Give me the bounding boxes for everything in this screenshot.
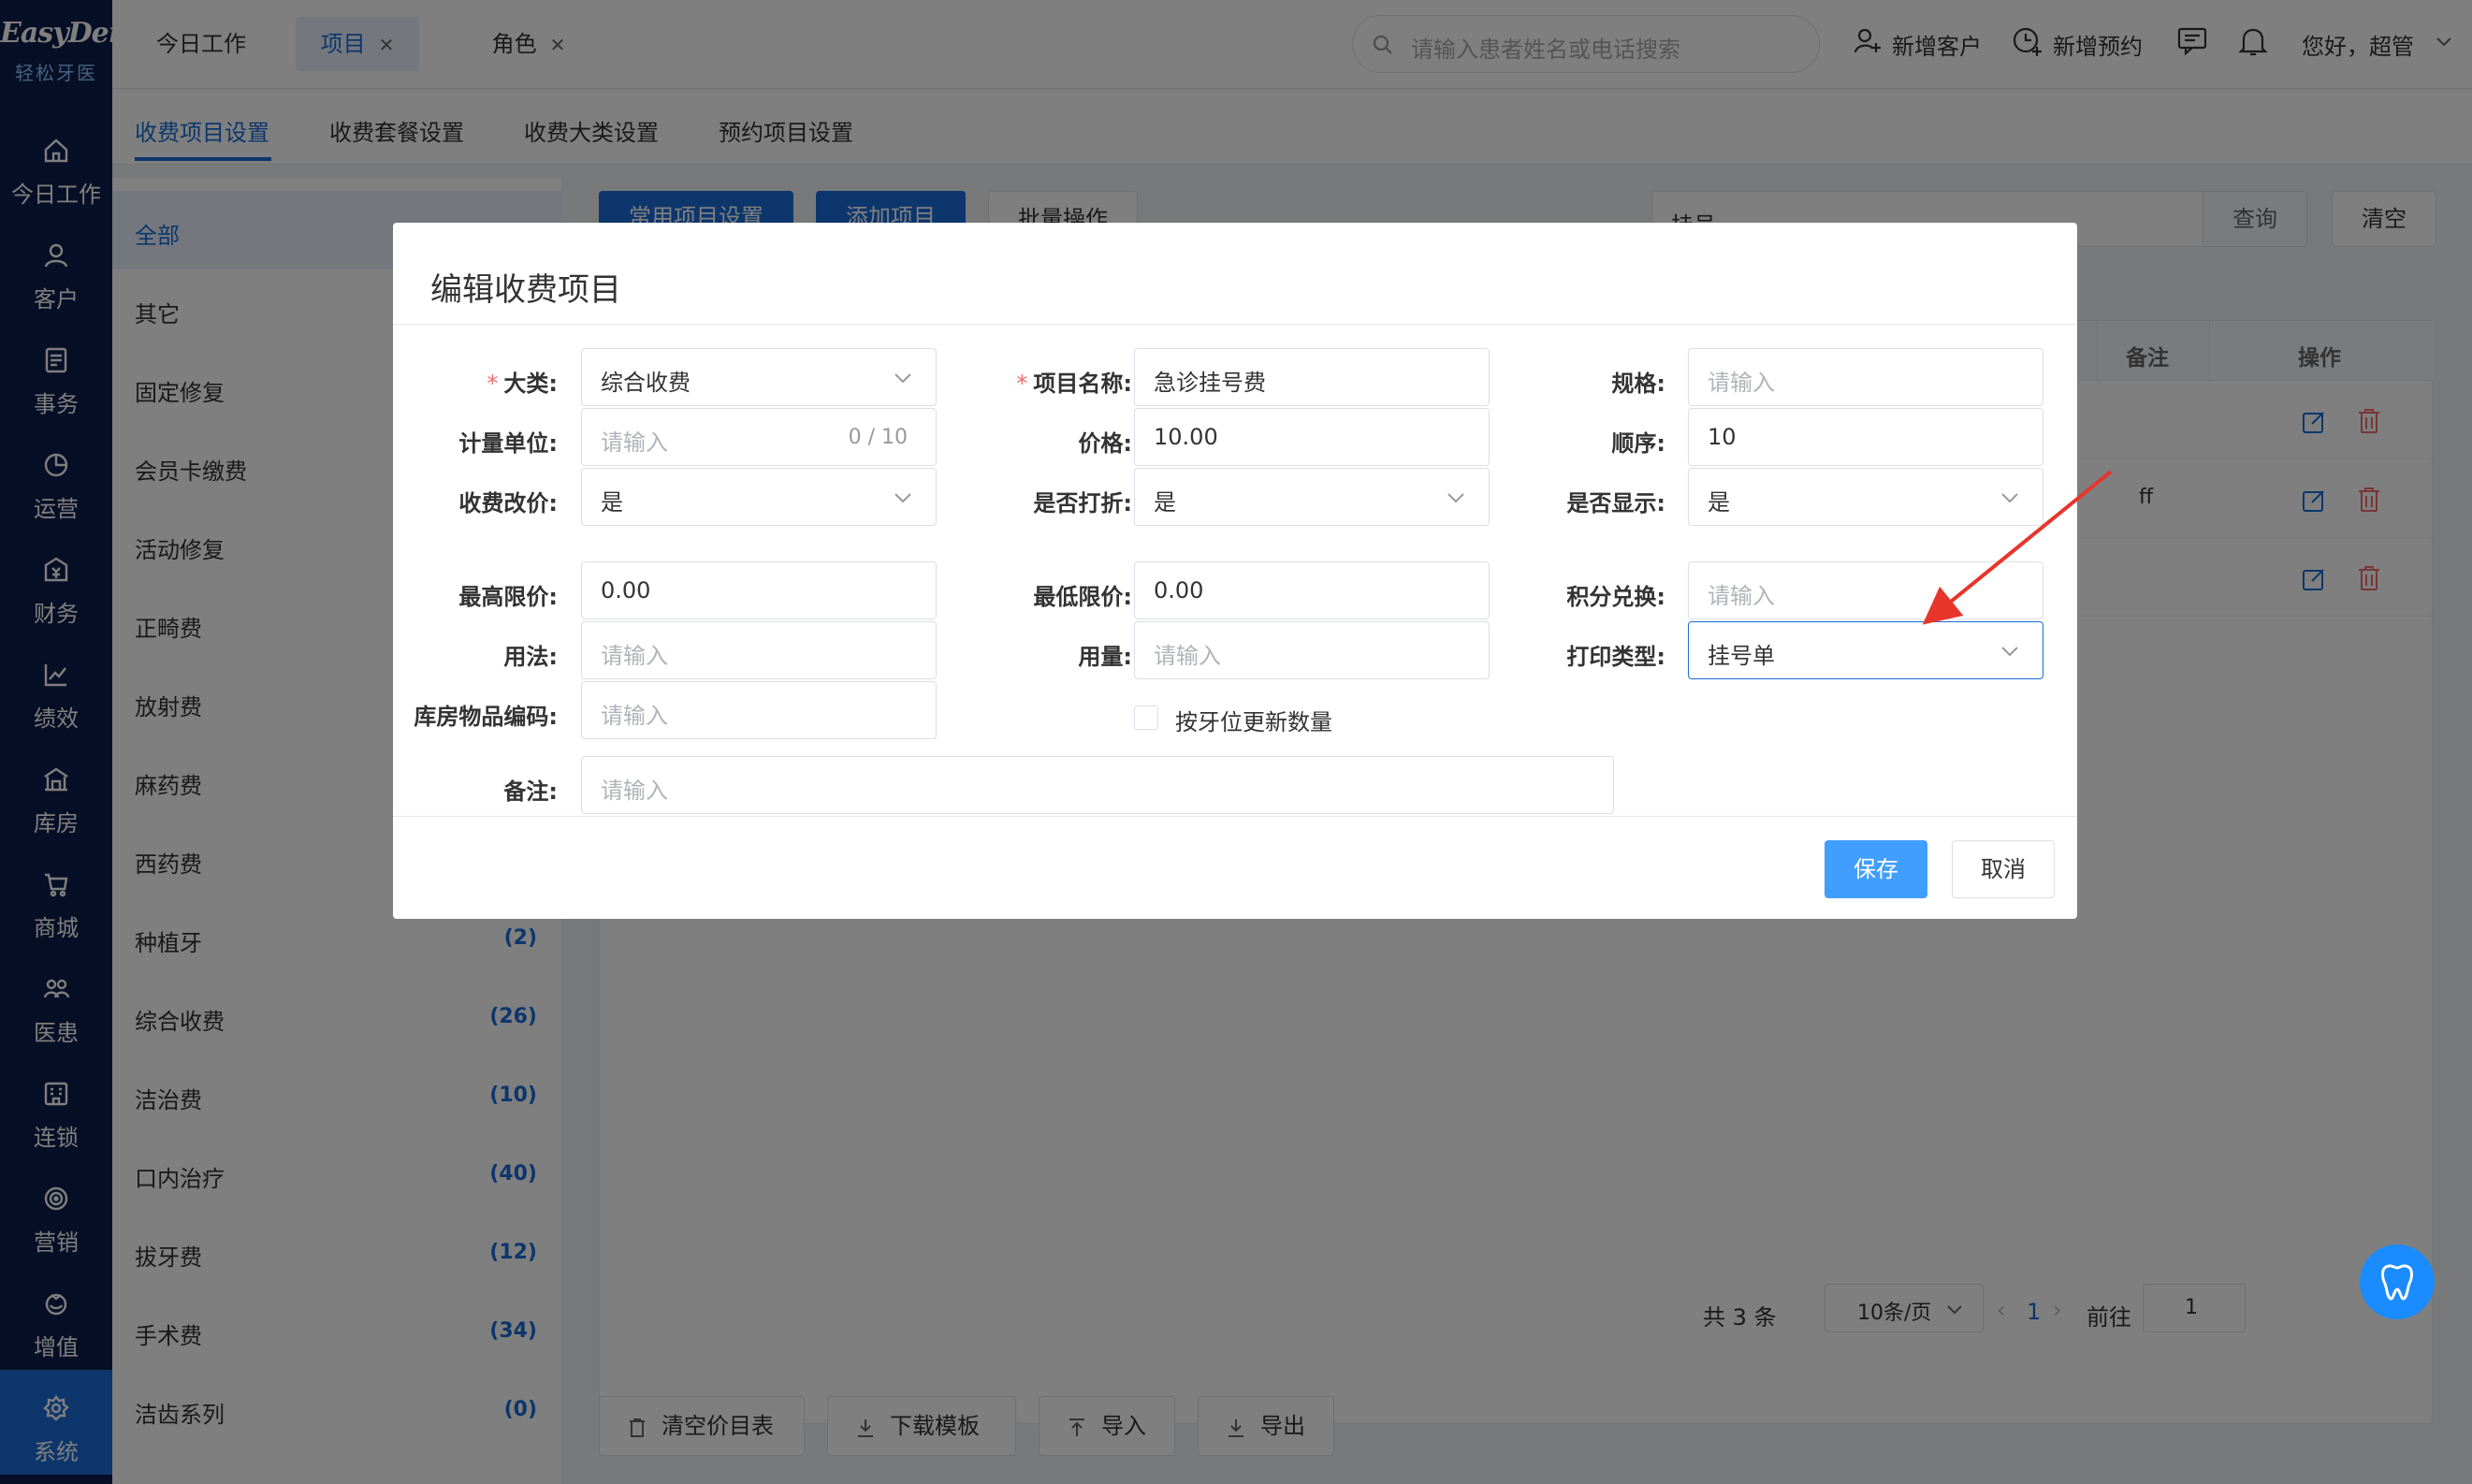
input-value: 0.00 — [601, 577, 651, 604]
input-value: 10.00 — [1154, 424, 1218, 450]
char-counter: 0 / 10 — [848, 426, 908, 449]
input-placeholder: 请输入 — [601, 703, 668, 729]
cancel-button[interactable]: 取消 — [1952, 840, 2055, 898]
min-price-input[interactable]: 0.00 — [1134, 561, 1490, 619]
order-input[interactable]: 10 — [1688, 408, 2043, 466]
remark-input[interactable]: 请输入 — [581, 756, 1614, 814]
item-name-input[interactable]: 急诊挂号费 — [1134, 348, 1490, 406]
print-type-label: 打印类型: — [1566, 644, 1665, 670]
display-select[interactable]: 是 — [1688, 468, 2043, 526]
usage-input[interactable]: 请输入 — [581, 621, 937, 679]
category-select[interactable]: 综合收费 — [581, 348, 937, 406]
item-name-label: * 项目名称: — [949, 365, 1132, 398]
order-label: 顺序: — [1611, 430, 1665, 457]
label-text: 项目名称: — [1033, 371, 1132, 397]
update-by-tooth-label[interactable]: 按牙位更新数量 — [1175, 704, 1332, 736]
unit-input[interactable]: 请输入 0 / 10 — [581, 408, 937, 466]
dialog-title: 编辑收费项目 — [430, 271, 621, 309]
price-label: 价格: — [1078, 430, 1132, 457]
stock-code-label: 库房物品编码: — [414, 704, 558, 730]
price-change-label: 收费改价: — [458, 490, 558, 516]
chevron-down-icon — [894, 493, 911, 503]
dosage-label: 用量: — [1078, 644, 1132, 670]
unit-label: 计量单位: — [458, 430, 558, 457]
dialog-divider — [393, 324, 2077, 325]
dosage-input[interactable]: 请输入 — [1134, 621, 1490, 679]
usage-label: 用法: — [503, 644, 558, 670]
discount-select[interactable]: 是 — [1134, 468, 1490, 526]
category-label: * 大类: — [393, 365, 558, 398]
dialog-footer-divider — [393, 816, 2077, 817]
discount-label: 是否打折: — [1033, 490, 1132, 516]
price-input[interactable]: 10.00 — [1134, 408, 1490, 466]
input-value: 0.00 — [1154, 577, 1204, 604]
required-icon: * — [487, 371, 499, 397]
price-change-select[interactable]: 是 — [581, 468, 937, 526]
points-label: 积分兑换: — [1566, 584, 1665, 610]
min-price-label: 最低限价: — [1033, 584, 1132, 610]
chevron-down-icon — [1447, 493, 1464, 503]
spec-label: 规格: — [1611, 371, 1665, 397]
edit-fee-item-dialog: 编辑收费项目 * 大类: 综合收费 * 项目名称: 急诊挂号费 规格: 请输入 计量… — [393, 223, 2077, 919]
select-value: 是 — [1154, 489, 1176, 516]
input-placeholder: 请输入 — [601, 429, 668, 456]
save-button[interactable]: 保存 — [1825, 840, 1927, 898]
input-value: 急诊挂号费 — [1154, 370, 1266, 396]
tooth-icon — [2381, 1264, 2413, 1301]
print-type-select[interactable]: 挂号单 — [1688, 621, 2043, 679]
input-placeholder: 请输入 — [601, 643, 668, 669]
input-placeholder: 请输入 — [1708, 370, 1775, 396]
spec-input[interactable]: 请输入 — [1688, 348, 2043, 406]
select-value: 是 — [1708, 489, 1730, 516]
select-value: 挂号单 — [1708, 643, 1775, 669]
stock-code-input[interactable]: 请输入 — [581, 681, 937, 739]
update-by-tooth-checkbox[interactable] — [1134, 706, 1158, 730]
display-label: 是否显示: — [1566, 490, 1665, 516]
chevron-down-icon — [2001, 493, 2018, 503]
chevron-down-icon — [894, 373, 911, 384]
input-placeholder: 请输入 — [601, 778, 668, 804]
max-price-label: 最高限价: — [458, 584, 558, 610]
label-text: 大类: — [503, 371, 558, 397]
required-icon: * — [1016, 371, 1028, 397]
input-placeholder: 请输入 — [1708, 583, 1775, 609]
chevron-down-icon — [2001, 647, 2018, 657]
max-price-input[interactable]: 0.00 — [581, 561, 937, 619]
floating-tooth-button[interactable] — [2360, 1244, 2435, 1319]
select-value: 综合收费 — [601, 370, 691, 396]
select-value: 是 — [601, 489, 623, 516]
input-value: 10 — [1708, 424, 1737, 450]
remark-label: 备注: — [503, 778, 558, 805]
input-placeholder: 请输入 — [1154, 643, 1221, 669]
points-input[interactable]: 请输入 — [1688, 561, 2043, 619]
